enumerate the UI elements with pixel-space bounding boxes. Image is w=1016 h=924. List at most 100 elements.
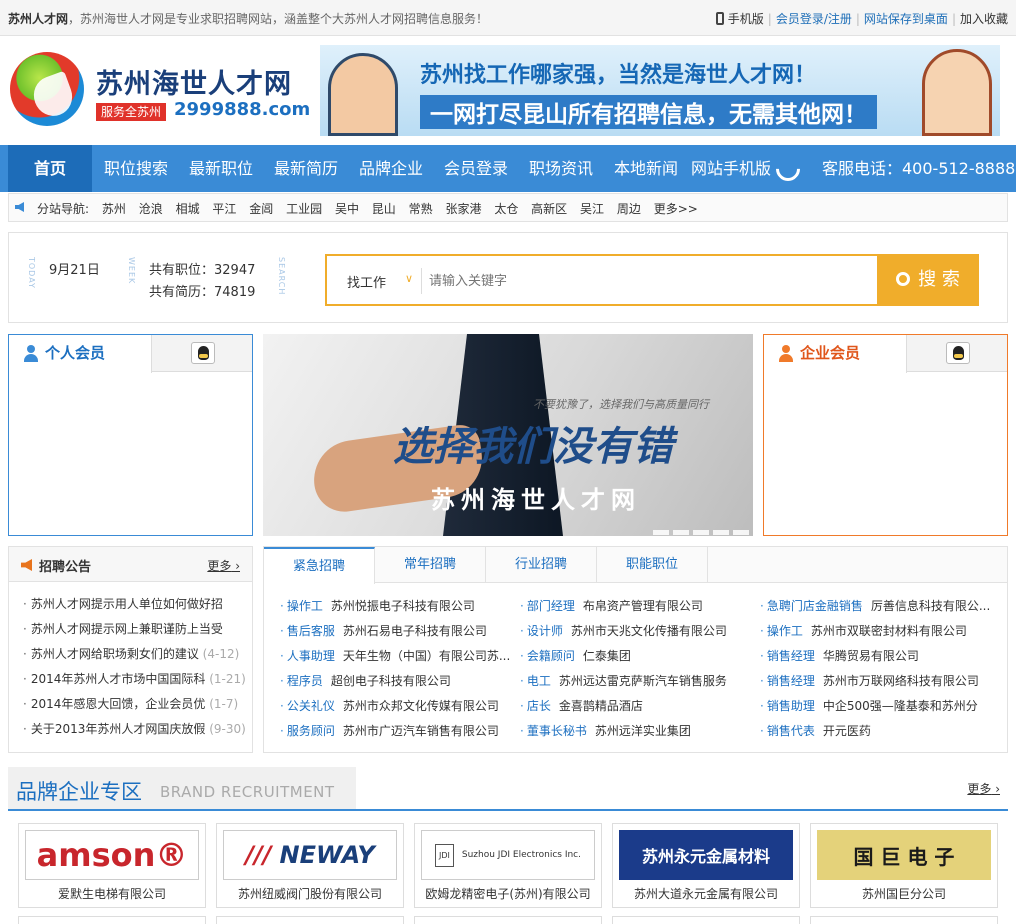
branch-changshu[interactable]: 常熟 xyxy=(409,202,433,216)
company-name-link[interactable]: 厉善信息科技有限公... xyxy=(871,599,990,613)
nav-mobile-site[interactable]: 网站手机版 xyxy=(688,145,774,192)
job-title-link[interactable]: 公关礼仪 xyxy=(287,699,335,713)
tab-yearround[interactable]: 常年招聘 xyxy=(375,547,486,583)
job-row[interactable]: 人事助理天年生物（中国）有限公司苏... xyxy=(280,647,510,672)
job-title-link[interactable]: 程序员 xyxy=(287,674,323,688)
company-name-link[interactable]: 超创电子科技有限公司 xyxy=(331,674,451,688)
company-name-link[interactable]: 布帛资产管理有限公司 xyxy=(583,599,703,613)
job-row[interactable]: 操作工苏州市双联密封材料有限公司 xyxy=(760,622,990,647)
job-title-link[interactable]: 操作工 xyxy=(767,624,803,638)
site-logo-icon[interactable] xyxy=(10,52,84,126)
notice-more-link[interactable]: 更多 › xyxy=(207,557,240,574)
company-name-link[interactable]: 苏州市天兆文化传播有限公司 xyxy=(571,624,727,638)
branch-suzhou[interactable]: 苏州 xyxy=(102,202,126,216)
add-favorite-link[interactable]: 加入收藏 xyxy=(960,12,1008,26)
brand-card[interactable]: ///NEWAY 苏州纽威阀门股份有限公司 xyxy=(216,823,404,908)
company-name-link[interactable]: 苏州市双联密封材料有限公司 xyxy=(811,624,967,638)
slide-dot[interactable] xyxy=(713,530,729,535)
company-name-link[interactable]: 中企500强—隆基泰和苏州分 xyxy=(823,699,978,713)
search-button[interactable]: 搜 索 xyxy=(877,254,979,306)
job-row[interactable]: 销售代表开元医药 xyxy=(760,722,990,747)
brand-card[interactable]: JDI Suzhou JDI Electronics Inc. 欧姆龙精密电子(苏… xyxy=(414,823,602,908)
slide-indicators[interactable] xyxy=(653,524,753,536)
personal-member-tab[interactable]: 个人会员 xyxy=(9,335,152,373)
job-title-link[interactable]: 销售助理 xyxy=(767,699,815,713)
notice-item[interactable]: 苏州人才网提示用人单位如何做好招 xyxy=(23,595,246,620)
company-name-link[interactable]: 苏州市万联网络科技有限公司 xyxy=(823,674,979,688)
notice-item[interactable]: 苏州人才网给职场剩女们的建议 (4-12) xyxy=(23,645,246,670)
search-input[interactable] xyxy=(429,268,859,294)
job-row[interactable]: 公关礼仪苏州市众邦文化传媒有限公司 xyxy=(280,697,510,722)
branch-wuzhong[interactable]: 吴中 xyxy=(335,202,359,216)
branch-kunshan[interactable]: 昆山 xyxy=(372,202,396,216)
branch-xiangcheng[interactable]: 相城 xyxy=(176,202,200,216)
nav-member-login[interactable]: 会员登录 xyxy=(436,145,516,192)
brand-card[interactable]: amson® 爱默生电梯有限公司 xyxy=(18,823,206,908)
branch-gaoxin[interactable]: 高新区 xyxy=(531,202,567,216)
job-title-link[interactable]: 操作工 xyxy=(287,599,323,613)
mobile-version-link[interactable]: 手机版 xyxy=(728,12,764,26)
qq-penguin-icon[interactable] xyxy=(191,342,215,364)
branch-zhoubian[interactable]: 周边 xyxy=(617,202,641,216)
job-row[interactable]: 售后客服苏州石易电子科技有限公司 xyxy=(280,622,510,647)
job-row[interactable]: 销售经理华腾贸易有限公司 xyxy=(760,647,990,672)
nav-career-news[interactable]: 职场资讯 xyxy=(521,145,601,192)
header-banner[interactable]: 苏州找工作哪家强，当然是海世人才网！ 一网打尽昆山所有招聘信息，无需其他网！ xyxy=(320,45,1000,136)
job-title-link[interactable]: 董事长秘书 xyxy=(527,724,587,738)
job-title-link[interactable]: 销售代表 xyxy=(767,724,815,738)
company-name-link[interactable]: 仁泰集团 xyxy=(583,649,631,663)
job-title-link[interactable]: 服务顾问 xyxy=(287,724,335,738)
brand-zone-more-link[interactable]: 更多 › xyxy=(967,780,1000,797)
branch-taicang[interactable]: 太仓 xyxy=(494,202,518,216)
nav-latest-resumes[interactable]: 最新简历 xyxy=(266,145,346,192)
company-member-tab[interactable]: 企业会员 xyxy=(764,335,907,373)
job-row[interactable]: 部门经理布帛资产管理有限公司 xyxy=(520,597,727,622)
save-to-desktop-link[interactable]: 网站保存到桌面 xyxy=(864,12,948,26)
hero-slideshow[interactable]: 不要犹豫了，选择我们与高质量同行 选择我们没有错 苏州海世人才网 xyxy=(263,334,753,536)
branch-industrial-park[interactable]: 工业园 xyxy=(286,202,322,216)
chevron-down-icon[interactable]: ∨ xyxy=(405,272,413,285)
company-name-link[interactable]: 苏州远洋实业集团 xyxy=(595,724,691,738)
company-name-link[interactable]: 苏州远达雷克萨斯汽车销售服务 xyxy=(559,674,727,688)
job-row[interactable]: 电工苏州远达雷克萨斯汽车销售服务 xyxy=(520,672,727,697)
company-name-link[interactable]: 苏州悦振电子科技有限公司 xyxy=(331,599,475,613)
notice-item[interactable]: 2014年苏州人才市场中国国际科 (1-21) xyxy=(23,670,246,695)
nav-home[interactable]: 首页 xyxy=(8,145,92,192)
company-name-link[interactable]: 苏州市广迈汽车销售有限公司 xyxy=(343,724,499,738)
tab-industry[interactable]: 行业招聘 xyxy=(486,547,597,583)
job-title-link[interactable]: 销售经理 xyxy=(767,674,815,688)
slide-dot[interactable] xyxy=(693,530,709,535)
job-row[interactable]: 服务顾问苏州市广迈汽车销售有限公司 xyxy=(280,722,510,747)
job-title-link[interactable]: 店长 xyxy=(527,699,551,713)
slide-dot[interactable] xyxy=(653,530,669,535)
company-name-link[interactable]: 开元医药 xyxy=(823,724,871,738)
nav-job-search[interactable]: 职位搜索 xyxy=(96,145,176,192)
login-register-link[interactable]: 会员登录/注册 xyxy=(776,12,852,26)
branch-canglang[interactable]: 沧浪 xyxy=(139,202,163,216)
job-title-link[interactable]: 急聘门店金融销售 xyxy=(767,599,863,613)
branch-pingjiang[interactable]: 平江 xyxy=(212,202,236,216)
job-title-link[interactable]: 售后客服 xyxy=(287,624,335,638)
job-title-link[interactable]: 人事助理 xyxy=(287,649,335,663)
job-title-link[interactable]: 销售经理 xyxy=(767,649,815,663)
branch-jinchang[interactable]: 金阊 xyxy=(249,202,273,216)
nav-brand-companies[interactable]: 品牌企业 xyxy=(351,145,431,192)
job-row[interactable]: 董事长秘书苏州远洋实业集团 xyxy=(520,722,727,747)
tab-function[interactable]: 职能职位 xyxy=(597,547,708,583)
job-row[interactable]: 急聘门店金融销售厉善信息科技有限公... xyxy=(760,597,990,622)
company-name-link[interactable]: 苏州石易电子科技有限公司 xyxy=(343,624,487,638)
slide-dot[interactable] xyxy=(733,530,749,535)
qq-penguin-icon[interactable] xyxy=(946,342,970,364)
job-row[interactable]: 设计师苏州市天兆文化传播有限公司 xyxy=(520,622,727,647)
notice-item[interactable]: 2014年感恩大回馈，企业会员优 (1-7) xyxy=(23,695,246,720)
notice-item[interactable]: 苏州人才网提示网上兼职谨防上当受 xyxy=(23,620,246,645)
job-title-link[interactable]: 电工 xyxy=(527,674,551,688)
job-row[interactable]: 程序员超创电子科技有限公司 xyxy=(280,672,510,697)
slide-dot[interactable] xyxy=(673,530,689,535)
job-row[interactable]: 销售助理中企500强—隆基泰和苏州分 xyxy=(760,697,990,722)
job-title-link[interactable]: 设计师 xyxy=(527,624,563,638)
branch-wujiang[interactable]: 吴江 xyxy=(580,202,604,216)
job-row[interactable]: 操作工苏州悦振电子科技有限公司 xyxy=(280,597,510,622)
branch-more[interactable]: 更多>> xyxy=(654,202,698,216)
job-title-link[interactable]: 部门经理 xyxy=(527,599,575,613)
